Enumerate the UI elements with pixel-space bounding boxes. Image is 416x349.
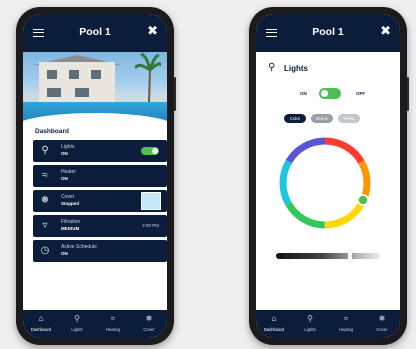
tools-icon[interactable]: ✖ (380, 24, 391, 37)
heater-icon: ≈ (343, 314, 349, 323)
pool-title: Pool 1 (312, 26, 344, 38)
cover-icon: ❅ (145, 314, 153, 323)
cover-icon: ❅ (40, 195, 50, 206)
filtration-icon: ▿ (42, 220, 48, 231)
heater-icon: ≈ (42, 170, 48, 181)
nav-dashboard[interactable]: ⌂ Dashboard (27, 314, 55, 332)
heater-icon: ≈ (110, 314, 116, 323)
cover-indicator (141, 192, 161, 210)
brightness-slider[interactable] (276, 253, 380, 259)
off-label: OFF (356, 91, 365, 96)
tab-white[interactable]: White (338, 114, 360, 123)
color-wheel-knob[interactable] (357, 194, 369, 206)
cover-icon: ❅ (378, 314, 386, 323)
phone-dashboard: Pool 1 ✖ Dashboard ⚲ Lights ON ≈ Heater … (16, 7, 176, 345)
app-header: Pool 1 ✖ (23, 14, 167, 52)
tools-icon[interactable]: ✖ (147, 24, 158, 37)
bulb-icon: ⚲ (307, 314, 313, 323)
pool-title: Pool 1 (79, 26, 111, 38)
tab-scene[interactable]: Scene (311, 114, 333, 123)
app-header: Pool 1 ✖ (256, 14, 400, 52)
bulb-icon: ⚲ (74, 314, 80, 323)
brightness-knob[interactable] (348, 250, 352, 262)
bottom-nav: ⌂ Dashboard ⚲ Lights ≈ Heating ❅ Cover (256, 310, 400, 338)
card-status: ON (61, 176, 68, 181)
card-label: Filtration (61, 219, 81, 225)
nav-cover[interactable]: ❅ Cover (135, 314, 163, 332)
lights-title: Lights (284, 64, 308, 73)
bulb-icon: ⚲ (268, 62, 276, 73)
card-label: Lights (61, 144, 75, 150)
house (39, 62, 115, 104)
card-label: Active Schedule (61, 244, 97, 250)
lights-screen: Pool 1 ✖ ⚲ Lights ON OFF Color Scene Whi… (256, 14, 400, 338)
lights-toggle[interactable] (141, 147, 159, 155)
dashboard-screen: Pool 1 ✖ Dashboard ⚲ Lights ON ≈ Heater … (23, 14, 167, 338)
cover-card[interactable]: ❅ Cover Stopped (33, 190, 167, 212)
bulb-icon: ⚲ (41, 145, 49, 156)
dashboard-title: Dashboard (35, 128, 69, 135)
bottom-nav: ⌂ Dashboard ⚲ Lights ≈ Heating ❅ Cover (23, 310, 167, 338)
schedule-card[interactable]: ◷ Active Schedule ON (33, 240, 167, 262)
nav-lights[interactable]: ⚲ Lights (63, 314, 91, 332)
palm-tree (135, 52, 161, 102)
nav-cover[interactable]: ❅ Cover (368, 314, 396, 332)
card-label: Cover (61, 194, 75, 200)
filtration-card[interactable]: ▿ Filtration MEDIUM 2:00 PM (33, 215, 167, 237)
card-label: Heater (61, 169, 77, 175)
nav-heating[interactable]: ≈ Heating (332, 314, 360, 332)
clock-icon: ◷ (40, 245, 50, 256)
heater-card[interactable]: ≈ Heater ON (33, 165, 167, 187)
card-status: Stopped (61, 201, 79, 206)
lights-card[interactable]: ⚲ Lights ON (33, 140, 167, 162)
card-time: 2:00 PM (142, 223, 159, 228)
home-icon: ⌂ (38, 314, 44, 323)
on-label: ON (300, 91, 307, 96)
color-wheel[interactable] (276, 134, 374, 232)
tab-color[interactable]: Color (284, 114, 306, 123)
nav-heating[interactable]: ≈ Heating (99, 314, 127, 332)
card-status: ON (61, 151, 68, 156)
nav-dashboard[interactable]: ⌂ Dashboard (260, 314, 288, 332)
pool-photo (23, 52, 167, 124)
nav-lights[interactable]: ⚲ Lights (296, 314, 324, 332)
card-status: ON (61, 251, 68, 256)
card-status: MEDIUM (61, 226, 80, 231)
home-icon: ⌂ (271, 314, 277, 323)
lights-power-toggle[interactable] (319, 88, 341, 99)
phone-lights: Pool 1 ✖ ⚲ Lights ON OFF Color Scene Whi… (249, 7, 409, 345)
